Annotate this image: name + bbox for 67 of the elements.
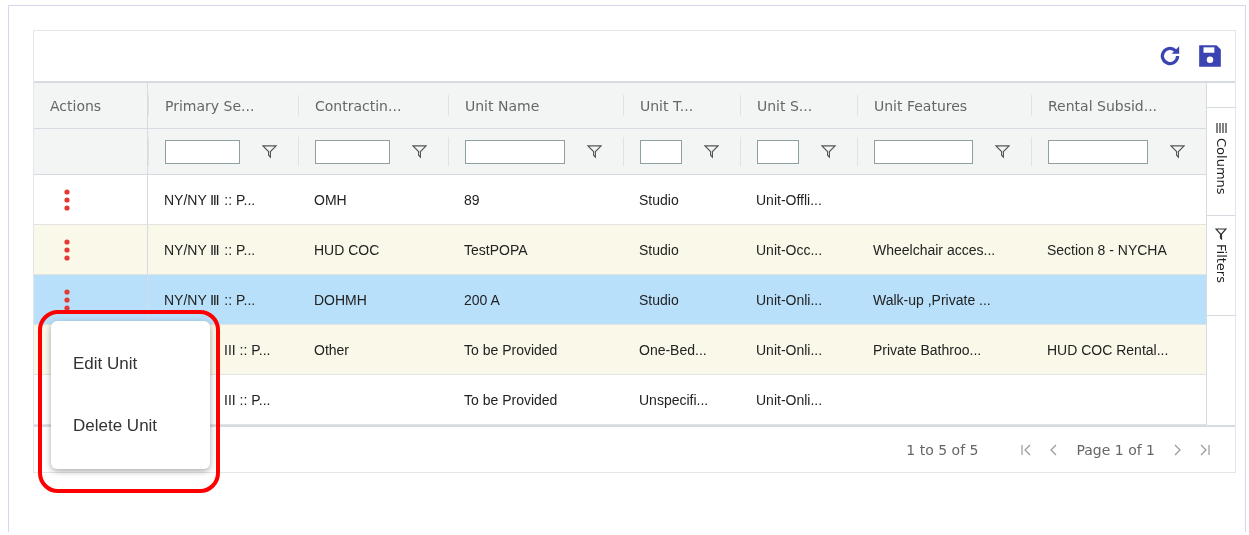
filter-icon (1215, 228, 1227, 240)
last-page-icon[interactable] (1199, 443, 1211, 456)
table-cell: DOHMH (314, 291, 367, 308)
table-row[interactable]: NY/NY Ⅲ :: P... HUD COC TestPOPA Studio Unit-Occ... Wheelchair acces... Section 8 - NYCHA (34, 225, 1206, 275)
filter-input[interactable] (1048, 139, 1148, 164)
row-count: 1 to 5 of 5 (906, 441, 979, 458)
filter-input[interactable] (640, 139, 682, 164)
table-row[interactable]: NY/NY Ⅲ :: P... OMH 89 Studio Unit-Offli... (34, 175, 1206, 225)
table-cell: Studio (639, 241, 679, 258)
column-header[interactable]: Unit T... (623, 95, 740, 116)
table-cell: 200 A (464, 291, 500, 308)
filter-icon[interactable] (704, 144, 719, 159)
side-tab[interactable]: Filters (1207, 216, 1235, 316)
table-cell: Unit-Onli... (756, 341, 823, 358)
column-header[interactable]: Actions (34, 83, 148, 128)
table-cell: 89 (464, 191, 480, 208)
table-cell: TestPOPA (464, 241, 528, 258)
save-icon[interactable] (1197, 43, 1223, 69)
table-cell: Other (314, 341, 349, 358)
more-icon[interactable] (64, 238, 70, 261)
more-icon[interactable] (64, 188, 70, 211)
columns-icon (1215, 122, 1227, 134)
table-cell: Unspecifi... (639, 391, 709, 408)
menu-item[interactable]: Edit Unit (51, 354, 210, 374)
filter-input[interactable] (165, 139, 240, 164)
table-cell: Unit-Offli... (756, 191, 822, 208)
page-indicator: Page 1 of 1 (1076, 441, 1155, 458)
table-cell: NY/NY Ⅲ :: P... (164, 191, 256, 208)
filter-icon[interactable] (587, 144, 602, 159)
side-tab[interactable]: Columns (1207, 108, 1235, 216)
filter-icon[interactable] (995, 144, 1010, 159)
table-cell: III :: P... (224, 391, 271, 408)
first-page-icon[interactable] (1020, 443, 1033, 456)
table-cell: To be Provided (464, 341, 558, 358)
more-icon[interactable] (64, 288, 70, 311)
table-cell: To be Provided (464, 391, 558, 408)
table-cell: HUD COC (314, 241, 380, 258)
filter-input[interactable] (874, 139, 973, 164)
filter-input[interactable] (315, 139, 390, 164)
filter-input[interactable] (465, 139, 565, 164)
table-cell: Unit-Onli... (756, 391, 823, 408)
column-header[interactable]: Unit Features (857, 95, 1031, 116)
column-header[interactable]: Rental Subsid... (1031, 95, 1206, 116)
filter-icon[interactable] (1170, 144, 1185, 159)
table-cell: One-Bed... (639, 341, 707, 358)
column-header[interactable]: Primary Se... (148, 95, 298, 116)
table-cell: NY/NY Ⅲ :: P... (164, 241, 256, 258)
table-cell: Wheelchair acces... (873, 241, 996, 258)
filter-input[interactable] (757, 139, 799, 164)
table-cell: Private Bathroo... (873, 341, 982, 358)
table-cell: Walk-up ,Private ... (873, 291, 991, 308)
table-cell: OMH (314, 191, 347, 208)
table-cell: Section 8 - NYCHA (1047, 241, 1167, 258)
column-header[interactable]: Contractin... (298, 95, 448, 116)
filter-icon[interactable] (262, 144, 277, 159)
filter-icon[interactable] (821, 144, 836, 159)
table-cell: III :: P... (224, 341, 271, 358)
table-row[interactable]: NY/NY Ⅲ :: P... DOHMH 200 A Studio Unit-Onli... Walk-up ,Private ... (34, 275, 1206, 325)
table-cell: NY/NY Ⅲ :: P... (164, 291, 256, 308)
column-header[interactable]: Unit Name (448, 95, 623, 116)
table-cell: Unit-Onli... (756, 291, 823, 308)
table-cell: Unit-Occ... (756, 241, 823, 258)
column-header[interactable]: Unit S... (740, 95, 857, 116)
table-cell: Studio (639, 191, 679, 208)
filter-icon[interactable] (412, 144, 427, 159)
table-cell: Studio (639, 291, 679, 308)
table-cell: HUD COC Rental... (1047, 341, 1169, 358)
